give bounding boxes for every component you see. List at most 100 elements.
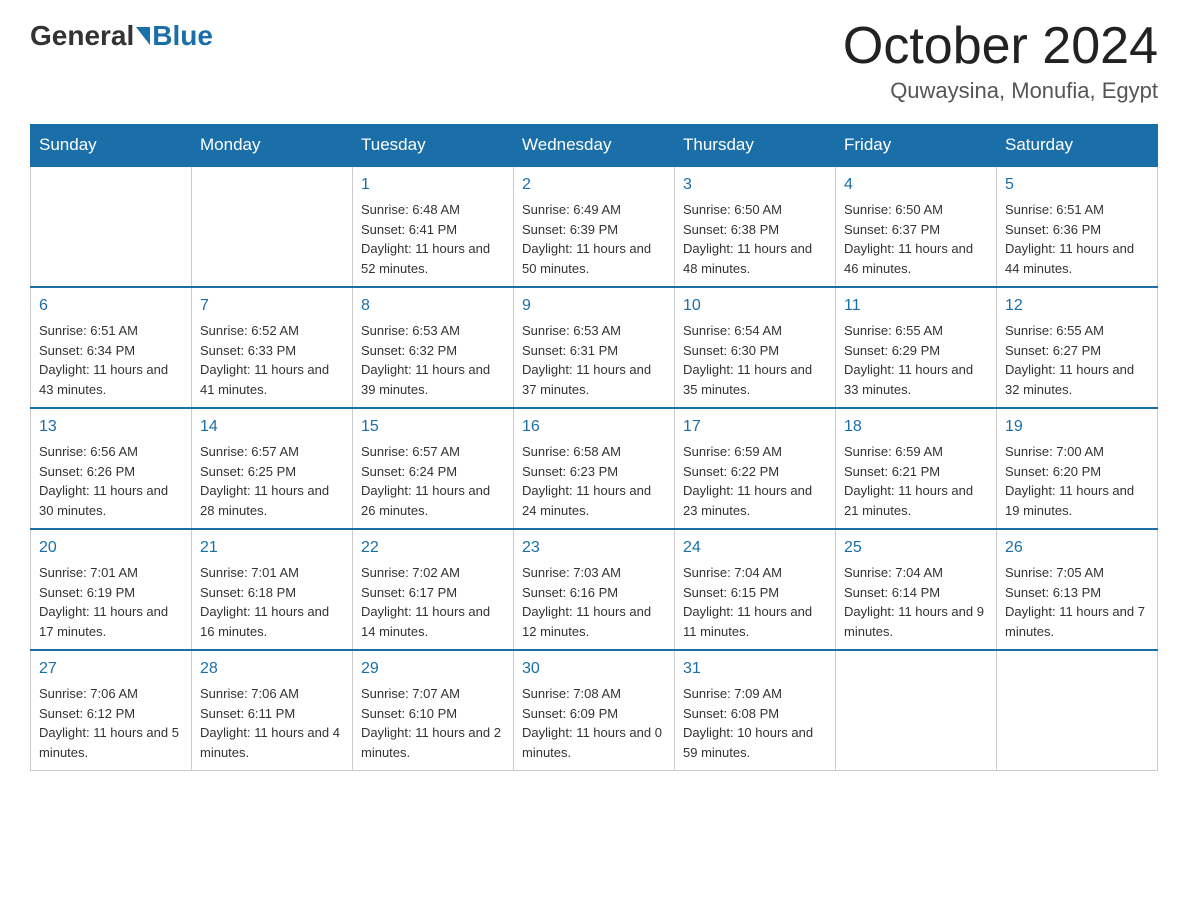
daylight-text: Daylight: 11 hours and 19 minutes.	[1005, 481, 1149, 520]
calendar-cell: 29Sunrise: 7:07 AMSunset: 6:10 PMDayligh…	[353, 650, 514, 771]
daylight-text: Daylight: 11 hours and 28 minutes.	[200, 481, 344, 520]
sunrise-text: Sunrise: 7:01 AM	[39, 563, 183, 583]
day-number: 9	[522, 294, 666, 318]
location-title: Quwaysina, Monufia, Egypt	[843, 78, 1158, 104]
day-number: 12	[1005, 294, 1149, 318]
calendar-cell: 15Sunrise: 6:57 AMSunset: 6:24 PMDayligh…	[353, 408, 514, 529]
sunset-text: Sunset: 6:13 PM	[1005, 583, 1149, 603]
day-number: 29	[361, 657, 505, 681]
sunrise-text: Sunrise: 7:06 AM	[200, 684, 344, 704]
daylight-text: Daylight: 11 hours and 41 minutes.	[200, 360, 344, 399]
sunrise-text: Sunrise: 6:55 AM	[1005, 321, 1149, 341]
calendar-week-4: 20Sunrise: 7:01 AMSunset: 6:19 PMDayligh…	[31, 529, 1158, 650]
daylight-text: Daylight: 11 hours and 24 minutes.	[522, 481, 666, 520]
sunrise-text: Sunrise: 7:04 AM	[683, 563, 827, 583]
sunset-text: Sunset: 6:38 PM	[683, 220, 827, 240]
daylight-text: Daylight: 11 hours and 52 minutes.	[361, 239, 505, 278]
daylight-text: Daylight: 11 hours and 48 minutes.	[683, 239, 827, 278]
sunrise-text: Sunrise: 6:54 AM	[683, 321, 827, 341]
calendar-cell: 18Sunrise: 6:59 AMSunset: 6:21 PMDayligh…	[836, 408, 997, 529]
calendar-cell: 2Sunrise: 6:49 AMSunset: 6:39 PMDaylight…	[514, 166, 675, 287]
day-number: 5	[1005, 173, 1149, 197]
sunrise-text: Sunrise: 7:01 AM	[200, 563, 344, 583]
sunset-text: Sunset: 6:20 PM	[1005, 462, 1149, 482]
daylight-text: Daylight: 11 hours and 23 minutes.	[683, 481, 827, 520]
sunrise-text: Sunrise: 7:06 AM	[39, 684, 183, 704]
daylight-text: Daylight: 11 hours and 2 minutes.	[361, 723, 505, 762]
sunset-text: Sunset: 6:41 PM	[361, 220, 505, 240]
sunset-text: Sunset: 6:23 PM	[522, 462, 666, 482]
sunrise-text: Sunrise: 6:51 AM	[39, 321, 183, 341]
daylight-text: Daylight: 11 hours and 21 minutes.	[844, 481, 988, 520]
day-number: 3	[683, 173, 827, 197]
calendar-cell: 12Sunrise: 6:55 AMSunset: 6:27 PMDayligh…	[997, 287, 1158, 408]
logo-blue-text: Blue	[152, 20, 213, 52]
day-number: 28	[200, 657, 344, 681]
header-friday: Friday	[836, 125, 997, 167]
calendar-cell	[836, 650, 997, 771]
header-sunday: Sunday	[31, 125, 192, 167]
header-monday: Monday	[192, 125, 353, 167]
day-number: 6	[39, 294, 183, 318]
daylight-text: Daylight: 11 hours and 37 minutes.	[522, 360, 666, 399]
day-number: 25	[844, 536, 988, 560]
calendar-cell: 19Sunrise: 7:00 AMSunset: 6:20 PMDayligh…	[997, 408, 1158, 529]
daylight-text: Daylight: 11 hours and 43 minutes.	[39, 360, 183, 399]
calendar-cell	[31, 166, 192, 287]
header-tuesday: Tuesday	[353, 125, 514, 167]
sunset-text: Sunset: 6:29 PM	[844, 341, 988, 361]
calendar-week-5: 27Sunrise: 7:06 AMSunset: 6:12 PMDayligh…	[31, 650, 1158, 771]
daylight-text: Daylight: 11 hours and 16 minutes.	[200, 602, 344, 641]
day-number: 15	[361, 415, 505, 439]
sunrise-text: Sunrise: 6:58 AM	[522, 442, 666, 462]
day-number: 13	[39, 415, 183, 439]
sunset-text: Sunset: 6:16 PM	[522, 583, 666, 603]
day-number: 26	[1005, 536, 1149, 560]
sunrise-text: Sunrise: 6:57 AM	[361, 442, 505, 462]
daylight-text: Daylight: 11 hours and 44 minutes.	[1005, 239, 1149, 278]
sunset-text: Sunset: 6:32 PM	[361, 341, 505, 361]
sunrise-text: Sunrise: 7:02 AM	[361, 563, 505, 583]
daylight-text: Daylight: 11 hours and 7 minutes.	[1005, 602, 1149, 641]
sunrise-text: Sunrise: 7:05 AM	[1005, 563, 1149, 583]
sunrise-text: Sunrise: 7:08 AM	[522, 684, 666, 704]
daylight-text: Daylight: 10 hours and 59 minutes.	[683, 723, 827, 762]
sunset-text: Sunset: 6:31 PM	[522, 341, 666, 361]
daylight-text: Daylight: 11 hours and 14 minutes.	[361, 602, 505, 641]
calendar-week-3: 13Sunrise: 6:56 AMSunset: 6:26 PMDayligh…	[31, 408, 1158, 529]
sunset-text: Sunset: 6:33 PM	[200, 341, 344, 361]
calendar-cell: 1Sunrise: 6:48 AMSunset: 6:41 PMDaylight…	[353, 166, 514, 287]
header-thursday: Thursday	[675, 125, 836, 167]
sunset-text: Sunset: 6:14 PM	[844, 583, 988, 603]
sunrise-text: Sunrise: 7:04 AM	[844, 563, 988, 583]
logo-arrow-icon	[136, 27, 150, 45]
day-number: 27	[39, 657, 183, 681]
sunset-text: Sunset: 6:37 PM	[844, 220, 988, 240]
day-number: 1	[361, 173, 505, 197]
calendar-week-1: 1Sunrise: 6:48 AMSunset: 6:41 PMDaylight…	[31, 166, 1158, 287]
calendar-header-row: SundayMondayTuesdayWednesdayThursdayFrid…	[31, 125, 1158, 167]
calendar-cell: 3Sunrise: 6:50 AMSunset: 6:38 PMDaylight…	[675, 166, 836, 287]
sunset-text: Sunset: 6:24 PM	[361, 462, 505, 482]
sunset-text: Sunset: 6:17 PM	[361, 583, 505, 603]
calendar-cell	[192, 166, 353, 287]
calendar-week-2: 6Sunrise: 6:51 AMSunset: 6:34 PMDaylight…	[31, 287, 1158, 408]
sunset-text: Sunset: 6:15 PM	[683, 583, 827, 603]
sunset-text: Sunset: 6:10 PM	[361, 704, 505, 724]
sunset-text: Sunset: 6:11 PM	[200, 704, 344, 724]
sunrise-text: Sunrise: 6:59 AM	[844, 442, 988, 462]
calendar-cell: 4Sunrise: 6:50 AMSunset: 6:37 PMDaylight…	[836, 166, 997, 287]
day-number: 10	[683, 294, 827, 318]
calendar-cell: 17Sunrise: 6:59 AMSunset: 6:22 PMDayligh…	[675, 408, 836, 529]
sunrise-text: Sunrise: 6:52 AM	[200, 321, 344, 341]
sunset-text: Sunset: 6:22 PM	[683, 462, 827, 482]
day-number: 19	[1005, 415, 1149, 439]
day-number: 7	[200, 294, 344, 318]
calendar-cell: 27Sunrise: 7:06 AMSunset: 6:12 PMDayligh…	[31, 650, 192, 771]
day-number: 21	[200, 536, 344, 560]
calendar-cell	[997, 650, 1158, 771]
daylight-text: Daylight: 11 hours and 4 minutes.	[200, 723, 344, 762]
calendar-cell: 20Sunrise: 7:01 AMSunset: 6:19 PMDayligh…	[31, 529, 192, 650]
calendar-cell: 14Sunrise: 6:57 AMSunset: 6:25 PMDayligh…	[192, 408, 353, 529]
page-header: General Blue October 2024 Quwaysina, Mon…	[30, 20, 1158, 104]
